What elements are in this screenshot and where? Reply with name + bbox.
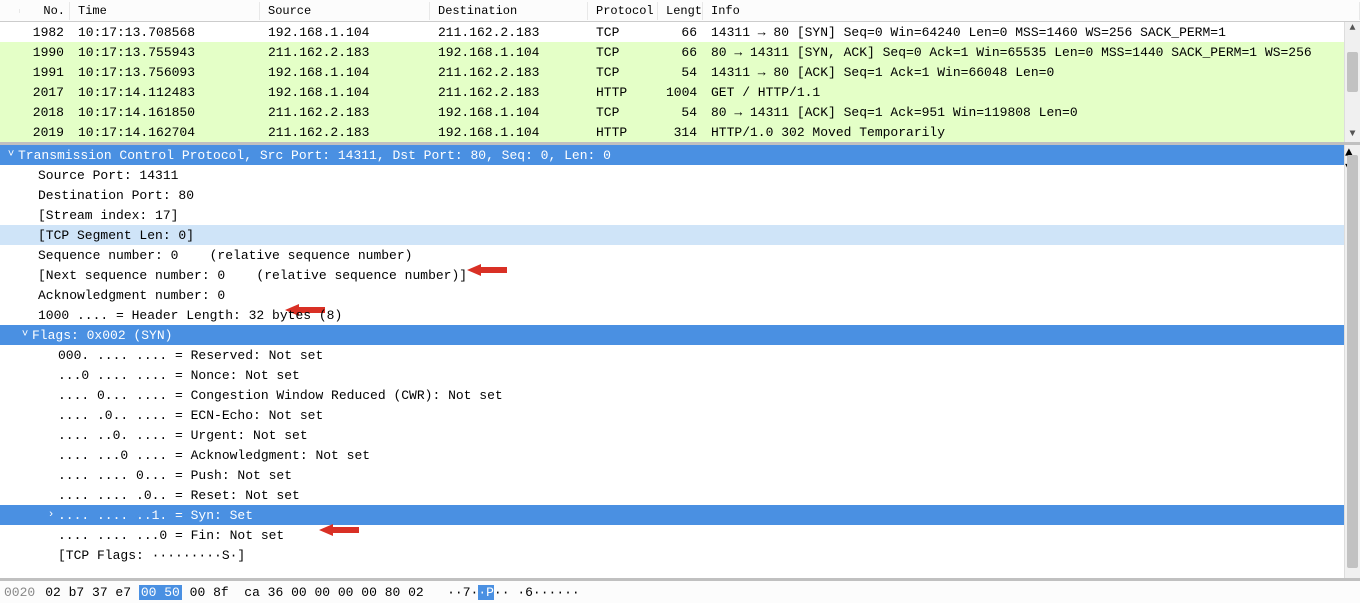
red-arrow-icon bbox=[238, 287, 278, 303]
flag-syn[interactable]: ›.... .... ..1. = Syn: Set bbox=[0, 505, 1360, 525]
packet-details-pane: ˅ Transmission Control Protocol, Src Por… bbox=[0, 145, 1360, 581]
packet-rows: 198210:17:13.708568192.168.1.104211.162.… bbox=[0, 22, 1360, 142]
col-header-destination[interactable]: Destination bbox=[430, 2, 588, 20]
field-destination-port[interactable]: Destination Port: 80 bbox=[0, 185, 1360, 205]
packet-row[interactable]: 198210:17:13.708568192.168.1.104211.162.… bbox=[0, 22, 1360, 42]
col-header-source[interactable]: Source bbox=[260, 2, 430, 20]
packet-row[interactable]: 201810:17:14.161850211.162.2.183192.168.… bbox=[0, 102, 1360, 122]
scroll-up-icon[interactable]: ▲ bbox=[1345, 22, 1360, 36]
packet-row[interactable]: 199110:17:13.756093192.168.1.104211.162.… bbox=[0, 62, 1360, 82]
flag-cwr[interactable]: .... 0... .... = Congestion Window Reduc… bbox=[0, 385, 1360, 405]
hex-ascii-selected: ·P bbox=[478, 585, 494, 600]
col-header-protocol[interactable]: Protocol bbox=[588, 2, 658, 20]
tcp-protocol-header[interactable]: ˅ Transmission Control Protocol, Src Por… bbox=[0, 145, 1360, 165]
flags-header-text: Flags: 0x002 (SYN) bbox=[32, 328, 172, 343]
packet-list-header: No. Time Source Destination Protocol Len… bbox=[0, 0, 1360, 22]
flags-header[interactable]: ˅ Flags: 0x002 (SYN) bbox=[0, 325, 1360, 345]
col-header-length[interactable]: Length bbox=[658, 2, 703, 20]
scroll-down-icon[interactable]: ▼ bbox=[1345, 128, 1360, 142]
hex-bytes: 02 b7 37 e7 bbox=[45, 585, 139, 600]
flag-ecn[interactable]: .... .0.. .... = ECN-Echo: Not set bbox=[0, 405, 1360, 425]
flag-fin[interactable]: .... .... ...0 = Fin: Not set bbox=[0, 525, 1360, 545]
hex-bytes: 00 8f ca 36 00 00 00 00 80 02 bbox=[182, 585, 424, 600]
col-header-info[interactable]: Info bbox=[703, 2, 1360, 20]
chevron-down-icon[interactable]: ˅ bbox=[4, 149, 18, 161]
flag-nonce[interactable]: ...0 .... .... = Nonce: Not set bbox=[0, 365, 1360, 385]
packet-list-pane: No. Time Source Destination Protocol Len… bbox=[0, 0, 1360, 145]
packet-row[interactable]: 201710:17:14.112483192.168.1.104211.162.… bbox=[0, 82, 1360, 102]
packet-row[interactable]: 199010:17:13.755943211.162.2.183192.168.… bbox=[0, 42, 1360, 62]
tcp-header-text: Transmission Control Protocol, Src Port:… bbox=[18, 148, 611, 163]
scrollbar-thumb[interactable] bbox=[1347, 52, 1358, 92]
chevron-right-icon[interactable]: › bbox=[44, 509, 58, 521]
flag-urgent[interactable]: .... ..0. .... = Urgent: Not set bbox=[0, 425, 1360, 445]
details-scrollbar[interactable]: ▲ ▼ bbox=[1344, 145, 1360, 578]
flag-push[interactable]: .... .... 0... = Push: Not set bbox=[0, 465, 1360, 485]
flag-ack[interactable]: .... ...0 .... = Acknowledgment: Not set bbox=[0, 445, 1360, 465]
field-source-port[interactable]: Source Port: 14311 bbox=[0, 165, 1360, 185]
red-arrow-icon bbox=[272, 507, 312, 523]
chevron-down-icon[interactable]: ˅ bbox=[18, 329, 32, 341]
field-header-length[interactable]: 1000 .... = Header Length: 32 bytes (8) bbox=[0, 305, 1360, 325]
hex-dump-pane[interactable]: 0020 02 b7 37 e7 00 50 00 8f ca 36 00 00… bbox=[0, 581, 1360, 603]
tcp-flags-summary[interactable]: [TCP Flags: ·········S·] bbox=[0, 545, 1360, 565]
hex-offset: 0020 bbox=[4, 585, 35, 600]
scrollbar-thumb[interactable] bbox=[1347, 155, 1358, 568]
col-header-time[interactable]: Time bbox=[70, 2, 260, 20]
red-arrow-icon bbox=[420, 247, 460, 263]
flag-reset[interactable]: .... .... .0.. = Reset: Not set bbox=[0, 485, 1360, 505]
packet-row[interactable]: 201910:17:14.162704211.162.2.183192.168.… bbox=[0, 122, 1360, 142]
hex-bytes-selected: 00 50 bbox=[139, 585, 182, 600]
col-header-no[interactable]: No. bbox=[20, 2, 70, 20]
col-expand bbox=[0, 9, 20, 13]
field-stream-index[interactable]: [Stream index: 17] bbox=[0, 205, 1360, 225]
flag-reserved[interactable]: 000. .... .... = Reserved: Not set bbox=[0, 345, 1360, 365]
packet-list-scrollbar[interactable]: ▲ ▼ bbox=[1344, 22, 1360, 142]
field-acknowledgment-number[interactable]: Acknowledgment number: 0 bbox=[0, 285, 1360, 305]
hex-ascii: ·· ·6······ bbox=[494, 585, 580, 600]
hex-ascii: ··7· bbox=[424, 585, 479, 600]
field-tcp-segment-len[interactable]: [TCP Segment Len: 0] bbox=[0, 225, 1360, 245]
field-next-sequence-number[interactable]: [Next sequence number: 0 (relative seque… bbox=[0, 265, 1360, 285]
field-sequence-number[interactable]: Sequence number: 0 (relative sequence nu… bbox=[0, 245, 1360, 265]
